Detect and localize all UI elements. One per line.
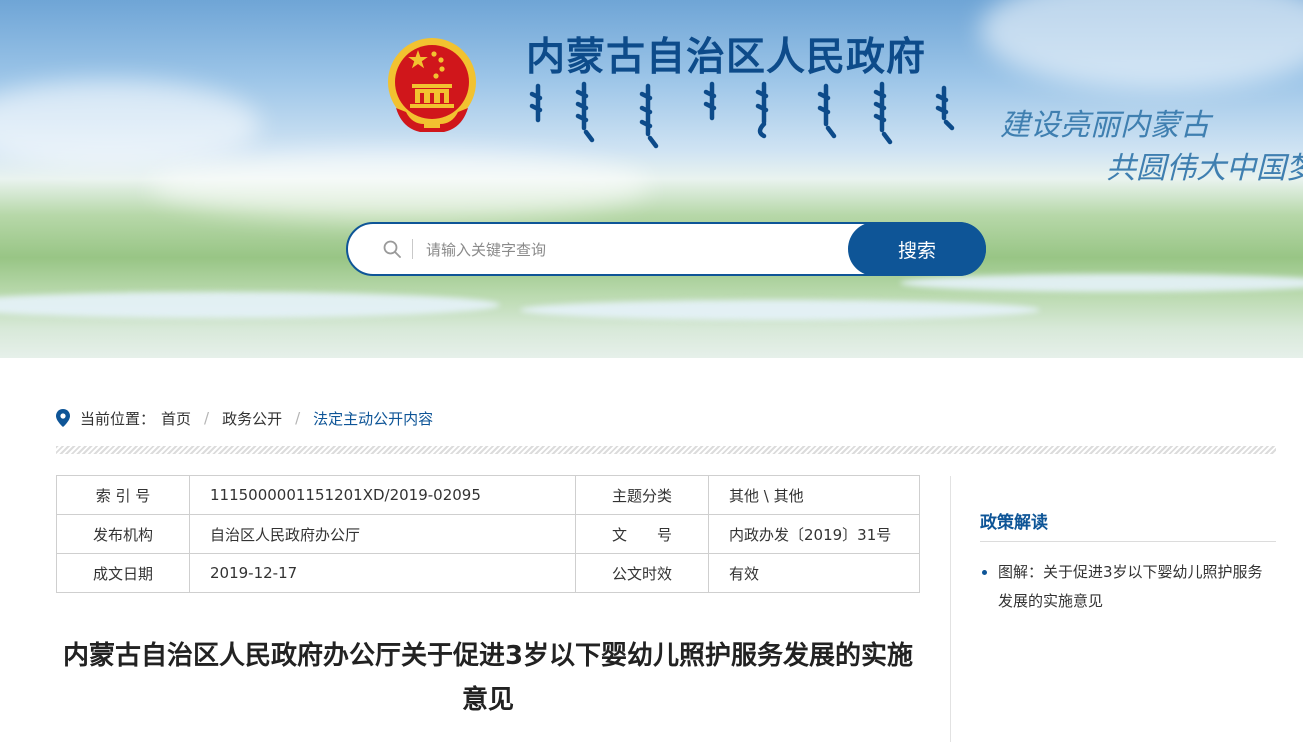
meta-key: 主题分类 — [575, 475, 709, 515]
header-banner: 内蒙古自治区人民政府 建设亮丽内蒙古 共圆伟大中国梦 — [0, 0, 1303, 358]
column-divider — [950, 476, 951, 742]
breadcrumb-home-link[interactable]: 首页 — [161, 408, 191, 429]
slogan-line-1: 建设亮丽内蒙古 — [1000, 108, 1210, 143]
breadcrumb: 当前位置： 首页 / 政务公开 / 法定主动公开内容 — [56, 408, 433, 428]
river — [900, 274, 1303, 292]
meta-key: 发布机构 — [56, 514, 190, 554]
table-row: 成文日期 2019-12-17 公文时效 有效 — [56, 553, 920, 593]
breadcrumb-separator: / — [204, 409, 210, 427]
meta-key: 索 引 号 — [56, 475, 190, 515]
site-title: 内蒙古自治区人民政府 — [526, 35, 927, 80]
breadcrumb-separator: / — [295, 409, 301, 427]
meta-value: 1115000001151201XD/2019-02095 — [189, 475, 576, 515]
search-icon — [383, 240, 401, 258]
meta-key: 文 号 — [575, 514, 709, 554]
sidebar-divider — [980, 541, 1276, 542]
meta-key: 公文时效 — [575, 553, 709, 593]
breadcrumb-label: 当前位置： — [80, 409, 156, 428]
meta-value: 自治区人民政府办公厅 — [189, 514, 576, 554]
hatched-divider — [56, 446, 1276, 454]
table-row: 索 引 号 1115000001151201XD/2019-02095 主题分类… — [56, 475, 920, 515]
meta-value: 有效 — [708, 553, 920, 593]
breadcrumb-government-affairs-link[interactable]: 政务公开 — [222, 408, 282, 429]
slogan-line-2: 共圆伟大中国梦 — [1106, 151, 1303, 186]
list-item: 图解：关于促进3岁以下婴幼儿照护服务发展的实施意见 — [980, 558, 1276, 616]
cloud — [150, 150, 650, 220]
search-divider — [412, 239, 413, 259]
table-row: 发布机构 自治区人民政府办公厅 文 号 内政办发〔2019〕31号 — [56, 514, 920, 554]
location-pin-icon — [56, 409, 70, 427]
policy-interpretation-list: 图解：关于促进3岁以下婴幼儿照护服务发展的实施意见 — [980, 558, 1276, 616]
policy-interpretation-title: 政策解读 — [980, 513, 1048, 533]
cloud — [0, 80, 260, 170]
meta-value: 2019-12-17 — [189, 553, 576, 593]
search-button[interactable]: 搜索 — [848, 222, 986, 276]
national-emblem-icon — [388, 38, 476, 132]
search-input[interactable] — [424, 232, 848, 268]
document-metadata-table: 索 引 号 1115000001151201XD/2019-02095 主题分类… — [56, 475, 920, 593]
river — [0, 292, 500, 318]
river — [520, 300, 1040, 320]
mongolian-title-logo — [529, 81, 955, 149]
meta-value: 其他 \ 其他 — [708, 475, 920, 515]
breadcrumb-current-link[interactable]: 法定主动公开内容 — [313, 408, 433, 429]
meta-key: 成文日期 — [56, 553, 190, 593]
policy-interpretation-link[interactable]: 图解：关于促进3岁以下婴幼儿照护服务发展的实施意见 — [998, 563, 1263, 610]
document-title: 内蒙古自治区人民政府办公厅关于促进3岁以下婴幼儿照护服务发展的实施意见 — [62, 641, 914, 715]
meta-value: 内政办发〔2019〕31号 — [708, 514, 920, 554]
cloud — [980, 0, 1303, 90]
